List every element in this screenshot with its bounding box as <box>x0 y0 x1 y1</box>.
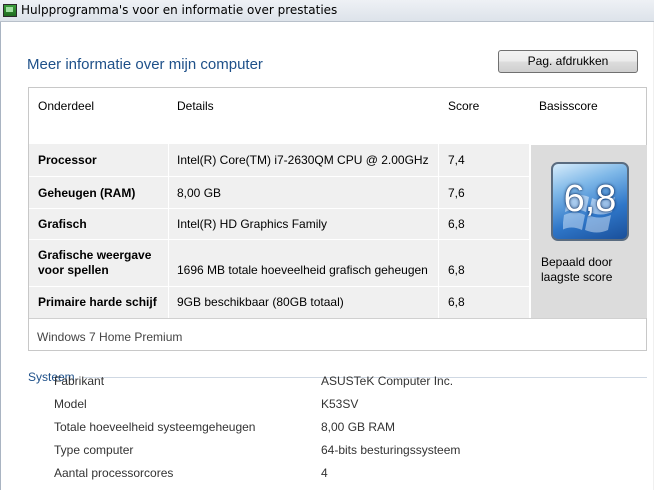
column-header-component: Onderdeel <box>38 99 95 113</box>
system-key: Type computer <box>54 443 134 457</box>
component-name: Geheugen (RAM) <box>38 186 136 200</box>
column-header-base-score: Basisscore <box>539 99 598 113</box>
component-name-line2: voor spellen <box>38 263 109 277</box>
component-name: Grafisch <box>38 217 87 231</box>
component-details: Intel(R) Core(TM) i7-2630QM CPU @ 2.00GH… <box>177 153 429 167</box>
system-key: Aantal processorcores <box>54 466 174 480</box>
system-value: K53SV <box>321 397 359 411</box>
table-row-gaming-graphics: Grafische weergave voor spellen 1696 MB … <box>29 240 529 287</box>
system-row-cores: Aantal processorcores 4 <box>1 466 654 486</box>
system-value: 4 <box>321 466 328 480</box>
windows-edition: Windows 7 Home Premium <box>37 330 183 344</box>
component-score: 6,8 <box>448 217 465 231</box>
table-row-processor: Processor Intel(R) Core(TM) i7-2630QM CP… <box>29 144 529 177</box>
base-score-panel: 6,8 Bepaald door laagste score <box>531 145 647 318</box>
component-name-line1: Grafische weergave <box>38 248 152 262</box>
score-table: Onderdeel Details Score Basisscore Proce… <box>28 87 647 351</box>
system-value: 64-bits besturingssysteem <box>321 443 461 457</box>
system-row-manufacturer: Fabrikant ASUSTeK Computer Inc. <box>1 374 654 394</box>
component-details: Intel(R) HD Graphics Family <box>177 217 328 231</box>
base-score-value: 6,8 <box>563 178 617 220</box>
performance-app-icon[interactable] <box>3 4 17 17</box>
column-header-score: Score <box>448 99 480 113</box>
system-key: Fabrikant <box>54 374 105 388</box>
window-title: Hulpprogramma's voor en informatie over … <box>21 3 338 17</box>
system-row-model: Model K53SV <box>1 397 654 417</box>
system-row-system-type: Type computer 64-bits besturingssysteem <box>1 443 654 463</box>
component-details: 9GB beschikbaar (80GB totaal) <box>177 295 344 309</box>
component-score: 7,6 <box>448 186 465 200</box>
base-score-badge: 6,8 <box>551 162 629 241</box>
component-name: Processor <box>38 153 97 167</box>
title-bar: Hulpprogramma's voor en informatie over … <box>0 0 654 22</box>
component-score: 6,8 <box>448 263 465 277</box>
component-score: 7,4 <box>448 153 465 167</box>
system-value: ASUSTeK Computer Inc. <box>321 374 454 388</box>
component-details: 8,00 GB <box>177 186 222 200</box>
windows-edition-row: Windows 7 Home Premium <box>29 318 646 351</box>
system-value: 8,00 GB RAM <box>321 420 396 434</box>
print-page-button[interactable]: Pag. afdrukken <box>498 50 638 73</box>
system-row-memory: Totale hoeveelheid systeemgeheugen 8,00 … <box>1 420 654 440</box>
component-name: Primaire harde schijf <box>38 295 157 309</box>
table-row-hard-disk: Primaire harde schijf 9GB beschikbaar (8… <box>29 287 529 319</box>
component-details: 1696 MB totale hoeveelheid grafisch gehe… <box>177 263 428 277</box>
system-key: Totale hoeveelheid systeemgeheugen <box>54 420 256 434</box>
base-score-caption: Bepaald door laagste score <box>541 255 613 284</box>
column-header-details: Details <box>177 99 214 113</box>
component-score: 6,8 <box>448 295 465 309</box>
content-pane: Meer informatie over mijn computer Pag. … <box>0 22 653 490</box>
system-key: Model <box>54 397 87 411</box>
table-row-memory: Geheugen (RAM) 8,00 GB 7,6 <box>29 177 529 209</box>
page-title: Meer informatie over mijn computer <box>27 56 263 73</box>
table-row-graphics: Grafisch Intel(R) HD Graphics Family 6,8 <box>29 209 529 240</box>
